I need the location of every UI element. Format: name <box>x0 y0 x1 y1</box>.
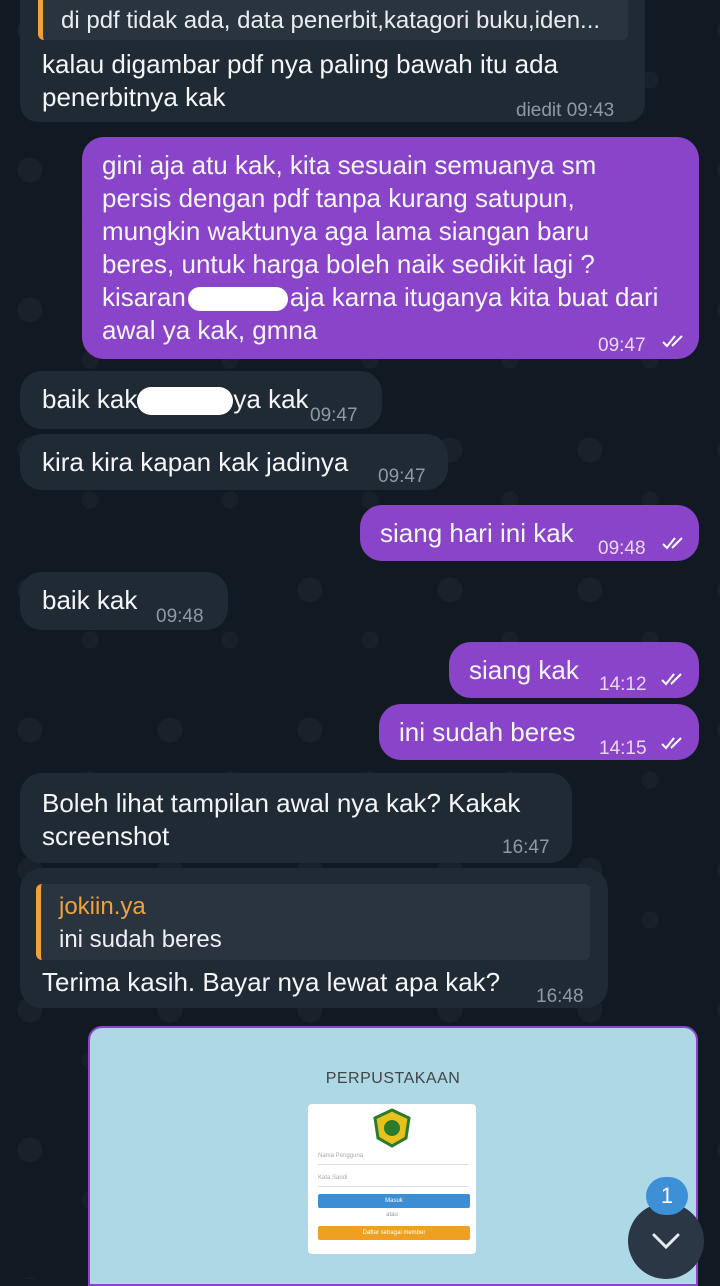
image-login-card: Nama Pengguna Kata Sandi Masuk atau Daft… <box>308 1104 476 1254</box>
message-text: siang kak <box>469 655 579 685</box>
timestamp: 14:15 <box>599 738 647 759</box>
image-message[interactable]: PERPUSTAKAAN Nama Pengguna Kata Sandi Ma… <box>88 1026 698 1286</box>
timestamp: 16:48 <box>536 986 584 1007</box>
timestamp: 09:48 <box>598 538 646 559</box>
image-register-button: Daftar sebagai member <box>318 1226 470 1240</box>
reply-quote-text: ini sudah beres <box>59 926 222 953</box>
message-text: gini aja atu kak, kita sesuain semuanya … <box>102 150 659 345</box>
reply-quote-author: jokiin.ya <box>59 893 146 920</box>
read-checkmarks-icon <box>661 673 682 686</box>
message-text: baik kak <box>42 585 138 615</box>
unread-count-badge: 1 <box>646 1177 688 1215</box>
message-text: baik kak ya kak <box>42 384 309 416</box>
outgoing-message[interactable]: ini sudah beres 14:15 <box>379 704 699 760</box>
read-checkmarks-icon <box>662 537 683 550</box>
image-login-title: PERPUSTAKAAN <box>325 1070 461 1087</box>
incoming-message[interactable]: baik kak 09:48 <box>20 572 228 630</box>
incoming-message[interactable]: Boleh lihat tampilan awal nya kak? Kakak… <box>20 773 572 863</box>
chevron-down-icon <box>652 1233 680 1250</box>
timestamp: 16:47 <box>502 837 550 858</box>
message-text: Terima kasih. Bayar nya lewat apa kak? <box>42 967 501 997</box>
message-text: kalau digambar pdf nya paling bawah itu … <box>42 49 559 112</box>
reply-preview[interactable]: di pdf tidak ada, data penerbit,katagori… <box>38 0 628 40</box>
timestamp: 09:48 <box>156 606 204 627</box>
message-text: ini sudah beres <box>399 717 576 747</box>
message-text: Boleh lihat tampilan awal nya kak? Kakak… <box>42 788 521 851</box>
incoming-message[interactable]: kira kira kapan kak jadinya 09:47 <box>20 434 448 490</box>
outgoing-message[interactable]: gini aja atu kak, kita sesuain semuanya … <box>82 137 699 359</box>
timestamp: 09:47 <box>598 335 646 356</box>
read-checkmarks-icon <box>661 737 682 750</box>
timestamp: 09:47 <box>310 405 358 426</box>
incoming-message[interactable]: jokiin.ya ini sudah beres Terima kasih. … <box>20 868 608 1008</box>
read-checkmarks-icon <box>662 335 683 348</box>
reply-quote[interactable]: jokiin.ya ini sudah beres <box>36 884 590 960</box>
redacted-scribble <box>137 387 234 416</box>
logo-emblem-icon <box>373 1108 411 1148</box>
incoming-message[interactable]: di pdf tidak ada, data penerbit,katagori… <box>20 0 645 122</box>
message-text: kira kira kapan kak jadinya <box>42 447 349 477</box>
incoming-message[interactable]: baik kak ya kak 09:47 <box>20 371 382 429</box>
image-password-field: Kata Sandi <box>318 1170 468 1187</box>
image-or-text: atau <box>386 1212 398 1218</box>
timestamp: 14:12 <box>599 674 647 695</box>
redacted-scribble <box>187 287 288 312</box>
outgoing-message[interactable]: siang kak 14:12 <box>449 642 699 698</box>
message-text: siang hari ini kak <box>380 518 574 548</box>
reply-preview-text: di pdf tidak ada, data penerbit,katagori… <box>61 7 601 34</box>
timestamp: 09:47 <box>378 466 426 487</box>
edited-timestamp: diedit 09:43 <box>516 100 615 121</box>
outgoing-message[interactable]: siang hari ini kak 09:48 <box>360 505 699 561</box>
image-username-field: Nama Pengguna <box>318 1148 468 1165</box>
image-login-button: Masuk <box>318 1194 470 1208</box>
